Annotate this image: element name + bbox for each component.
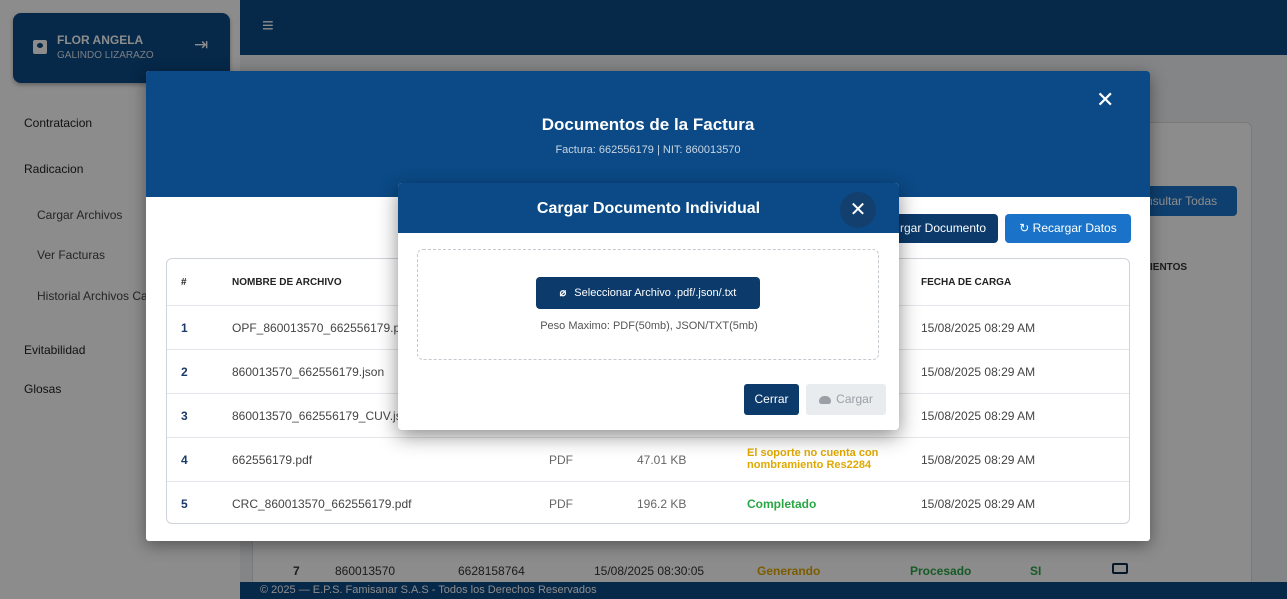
row-num: 4 bbox=[181, 453, 188, 467]
row-state: Completado bbox=[747, 497, 817, 511]
table-row: 4 662556179.pdf PDF 47.01 KB El soporte … bbox=[167, 438, 1129, 482]
cloud-upload-icon bbox=[819, 395, 832, 404]
row-date: 15/08/2025 08:29 AM bbox=[921, 497, 1036, 511]
cargar-documento-modal: Cargar Documento Individual ✕ ⌀ Seleccion… bbox=[398, 183, 899, 430]
agregar-documento-button[interactable]: rgar Documento bbox=[894, 214, 998, 243]
row-date: 15/08/2025 08:29 AM bbox=[921, 453, 1036, 467]
row-size: 196.2 KB bbox=[637, 497, 687, 511]
row-num: 2 bbox=[181, 365, 188, 379]
row-date: 15/08/2025 08:29 AM bbox=[921, 409, 1036, 423]
close-icon[interactable]: ✕ bbox=[840, 192, 876, 228]
documentos-modal-subtitle: Factura: 662556179 | NIT: 860013570 bbox=[555, 144, 741, 156]
recargar-label: Recargar Datos bbox=[1032, 221, 1117, 235]
close-icon[interactable]: ✕ bbox=[1096, 89, 1114, 111]
row-type: PDF bbox=[549, 453, 573, 467]
select-file-label: Seleccionar Archivo .pdf/.json/.txt bbox=[574, 287, 737, 299]
header-date: FECHA DE CARGA bbox=[921, 277, 1012, 288]
row-state: El soporte no cuenta con nombramiento Re… bbox=[747, 447, 879, 471]
select-file-button[interactable]: ⌀ Seleccionar Archivo .pdf/.json/.txt bbox=[536, 277, 760, 309]
documentos-modal-header: Documentos de la Factura Factura: 662556… bbox=[146, 71, 1150, 197]
cargar-modal-title: Cargar Documento Individual bbox=[536, 200, 761, 217]
cerrar-button[interactable]: Cerrar bbox=[744, 384, 799, 415]
documentos-modal-title: Documentos de la Factura bbox=[541, 115, 755, 134]
row-date: 15/08/2025 08:29 AM bbox=[921, 321, 1036, 335]
row-name: CRC_860013570_662556179.pdf bbox=[232, 497, 412, 511]
cargar-modal-header: Cargar Documento Individual ✕ bbox=[398, 183, 899, 233]
row-num: 1 bbox=[181, 321, 188, 335]
row-name: 860013570_662556179.json bbox=[232, 365, 385, 379]
cargar-label: Cargar bbox=[836, 392, 873, 406]
table-row: 5 CRC_860013570_662556179.pdf PDF 196.2 … bbox=[167, 482, 1129, 523]
paperclip-icon: ⌀ bbox=[559, 287, 567, 299]
recargar-datos-button[interactable]: ↻ Recargar Datos bbox=[1005, 214, 1131, 243]
header-name: NOMBRE DE ARCHIVO bbox=[232, 277, 342, 288]
row-name: 662556179.pdf bbox=[232, 453, 313, 467]
row-name: 860013570_662556179_CUV.jsı bbox=[232, 409, 406, 423]
row-name: OPF_860013570_662556179.pc bbox=[232, 321, 407, 335]
file-drop-zone[interactable]: ⌀ Seleccionar Archivo .pdf/.json/.txt Pes… bbox=[417, 249, 879, 360]
row-num: 3 bbox=[181, 409, 188, 423]
row-type: PDF bbox=[549, 497, 573, 511]
max-size-text: Peso Maximo: PDF(50mb), JSON/TXT(5mb) bbox=[540, 320, 758, 332]
cargar-button[interactable]: Cargar bbox=[806, 384, 886, 415]
row-date: 15/08/2025 08:29 AM bbox=[921, 365, 1036, 379]
row-size: 47.01 KB bbox=[637, 453, 687, 467]
header-num: # bbox=[181, 277, 187, 288]
row-num: 5 bbox=[181, 497, 188, 511]
reload-icon: ↻ bbox=[1019, 221, 1033, 235]
